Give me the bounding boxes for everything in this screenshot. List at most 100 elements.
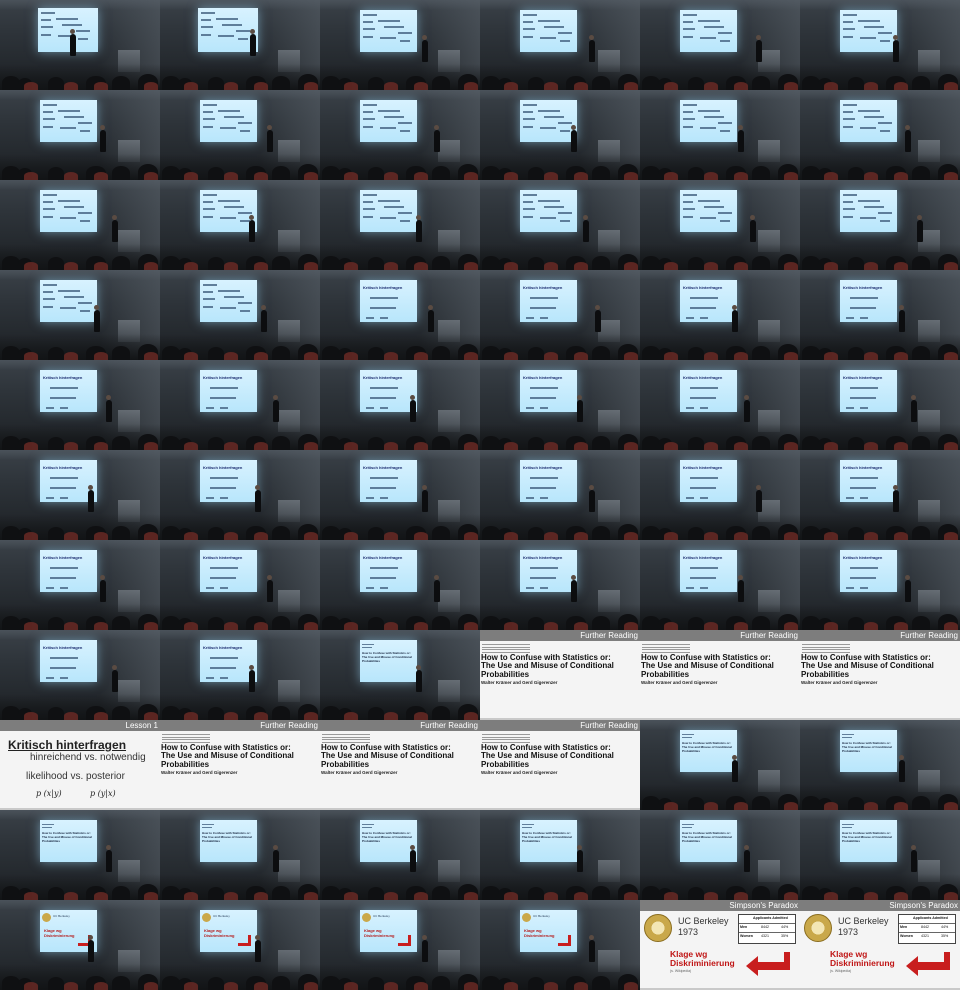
screen-text-line [846,407,854,409]
screen-text-line [43,111,53,113]
screen-text-line [384,206,404,208]
screen-text-line [683,208,695,210]
projection-screen: Kritisch hinterfragen [200,550,257,592]
frame-21: Kritisch hinterfragen [320,270,480,360]
projection-screen: How to Confuse with Statistics or: The U… [200,820,257,862]
formula-likelihood: p (x|y) [36,789,62,798]
screen-paper-title: How to Confuse with Statistics or: The U… [202,831,252,843]
screen-text-line [843,201,853,203]
audience-head [848,887,864,900]
screen-text-line [46,677,54,679]
screen-text-line [700,407,708,409]
screen-slide-title: Kritisch hinterfragen [683,465,723,470]
screen-text-line [370,567,398,569]
screen-text-line [682,734,694,735]
projection-screen: Kritisch hinterfragen [360,370,417,412]
presenter [249,215,255,242]
screen-berkeley-title: UC Berkeley [533,914,550,918]
audience-red-shirt [824,442,838,450]
audience-red-shirt [864,262,878,270]
screen-text-line [370,297,398,299]
frame-47: Further Reading How to Confuse with Stati… [640,630,800,720]
slide-header: Lesson 1 [0,720,160,731]
audience-red-shirt [544,172,558,180]
screen-text-line [683,14,697,16]
lawsuit-source: (s. Wikipedia) [830,969,852,973]
audience-red-shirt [944,82,958,90]
audience-red-shirt [624,172,638,180]
audience-red-shirt [574,442,588,450]
projection-screen: UC Berkeley Klage wg Diskriminierung [360,910,417,952]
screen-text-line [720,40,730,42]
screen-text-line [46,497,54,499]
audience-red-shirt [784,892,798,900]
audience-red-shirt [144,532,158,540]
audience-red-shirt [64,262,78,270]
audience-red-shirt [384,82,398,90]
audience-red-shirt [894,802,908,810]
audience-red-shirt [784,172,798,180]
audience-head [272,166,290,180]
screen-text-line [530,477,558,479]
audience-head [848,167,864,180]
slide-header: Simpson's Paradox [800,900,960,911]
audience-head [48,77,64,90]
screen-text-line [523,111,533,113]
screen-text-line [530,307,556,309]
audience-red-shirt [664,262,678,270]
screen-text-line [384,116,404,118]
screen-text-line [398,212,412,214]
screen-slide-title: Kritisch hinterfragen [843,555,883,560]
slide-title: UC Berkeley [838,916,889,926]
screen-text-line [523,104,537,106]
frame-63: UC Berkeley Klage wg Diskriminierung [320,900,480,990]
slide-year: 1973 [678,927,699,937]
screen-text-line [398,122,412,124]
audience-red-shirt [864,172,878,180]
audience-head [368,887,384,900]
screen-text-line [366,497,374,499]
audience-red-shirt [414,712,428,720]
table-row-label: Men [740,925,748,929]
slide-header: Further Reading [480,630,640,641]
audience-head [752,886,770,900]
table-applicants: 8442 [761,925,769,929]
screen-text-line [60,497,68,499]
screen-text-line [43,126,53,128]
frame-66: Simpson's Paradox UC Berkeley 1973 Applican… [800,900,960,990]
presenter [428,305,434,332]
screen-text-line [544,116,564,118]
paper-title-line-3: Probabilities [801,669,850,679]
audience-red-shirt [414,172,428,180]
screen-text-line [530,297,558,299]
presenter [756,485,762,512]
screen-text-line [216,18,238,20]
screen-text-line [80,310,90,312]
presenter [106,845,112,872]
audience-head [752,616,770,630]
red-arrow-shape [746,952,790,976]
projection-screen [840,10,897,52]
screen-text-line [683,118,695,120]
screen-text-line [203,126,213,128]
audience-red-shirt [504,172,518,180]
projection-screen [40,280,97,322]
screen-text-line [700,497,708,499]
presenter [589,935,595,962]
screen-text-line [718,122,732,124]
audience-red-shirt [464,442,478,450]
screen-text-line [690,387,718,389]
screen-text-line [686,317,694,319]
frame-59: How to Confuse with Statistics or: The U… [640,810,800,900]
screen-text-line [218,35,234,37]
presenter [917,215,923,242]
screen-text-line [864,206,884,208]
audience-red-shirt [144,82,158,90]
screen-text-line [58,110,80,112]
journal-header-line [322,739,370,740]
lawsuit-line-2: Diskriminierung [830,958,895,968]
audience-red-shirt [344,352,358,360]
audience-red-shirt [664,82,678,90]
audience-red-shirt [304,82,318,90]
presenter [905,575,911,602]
